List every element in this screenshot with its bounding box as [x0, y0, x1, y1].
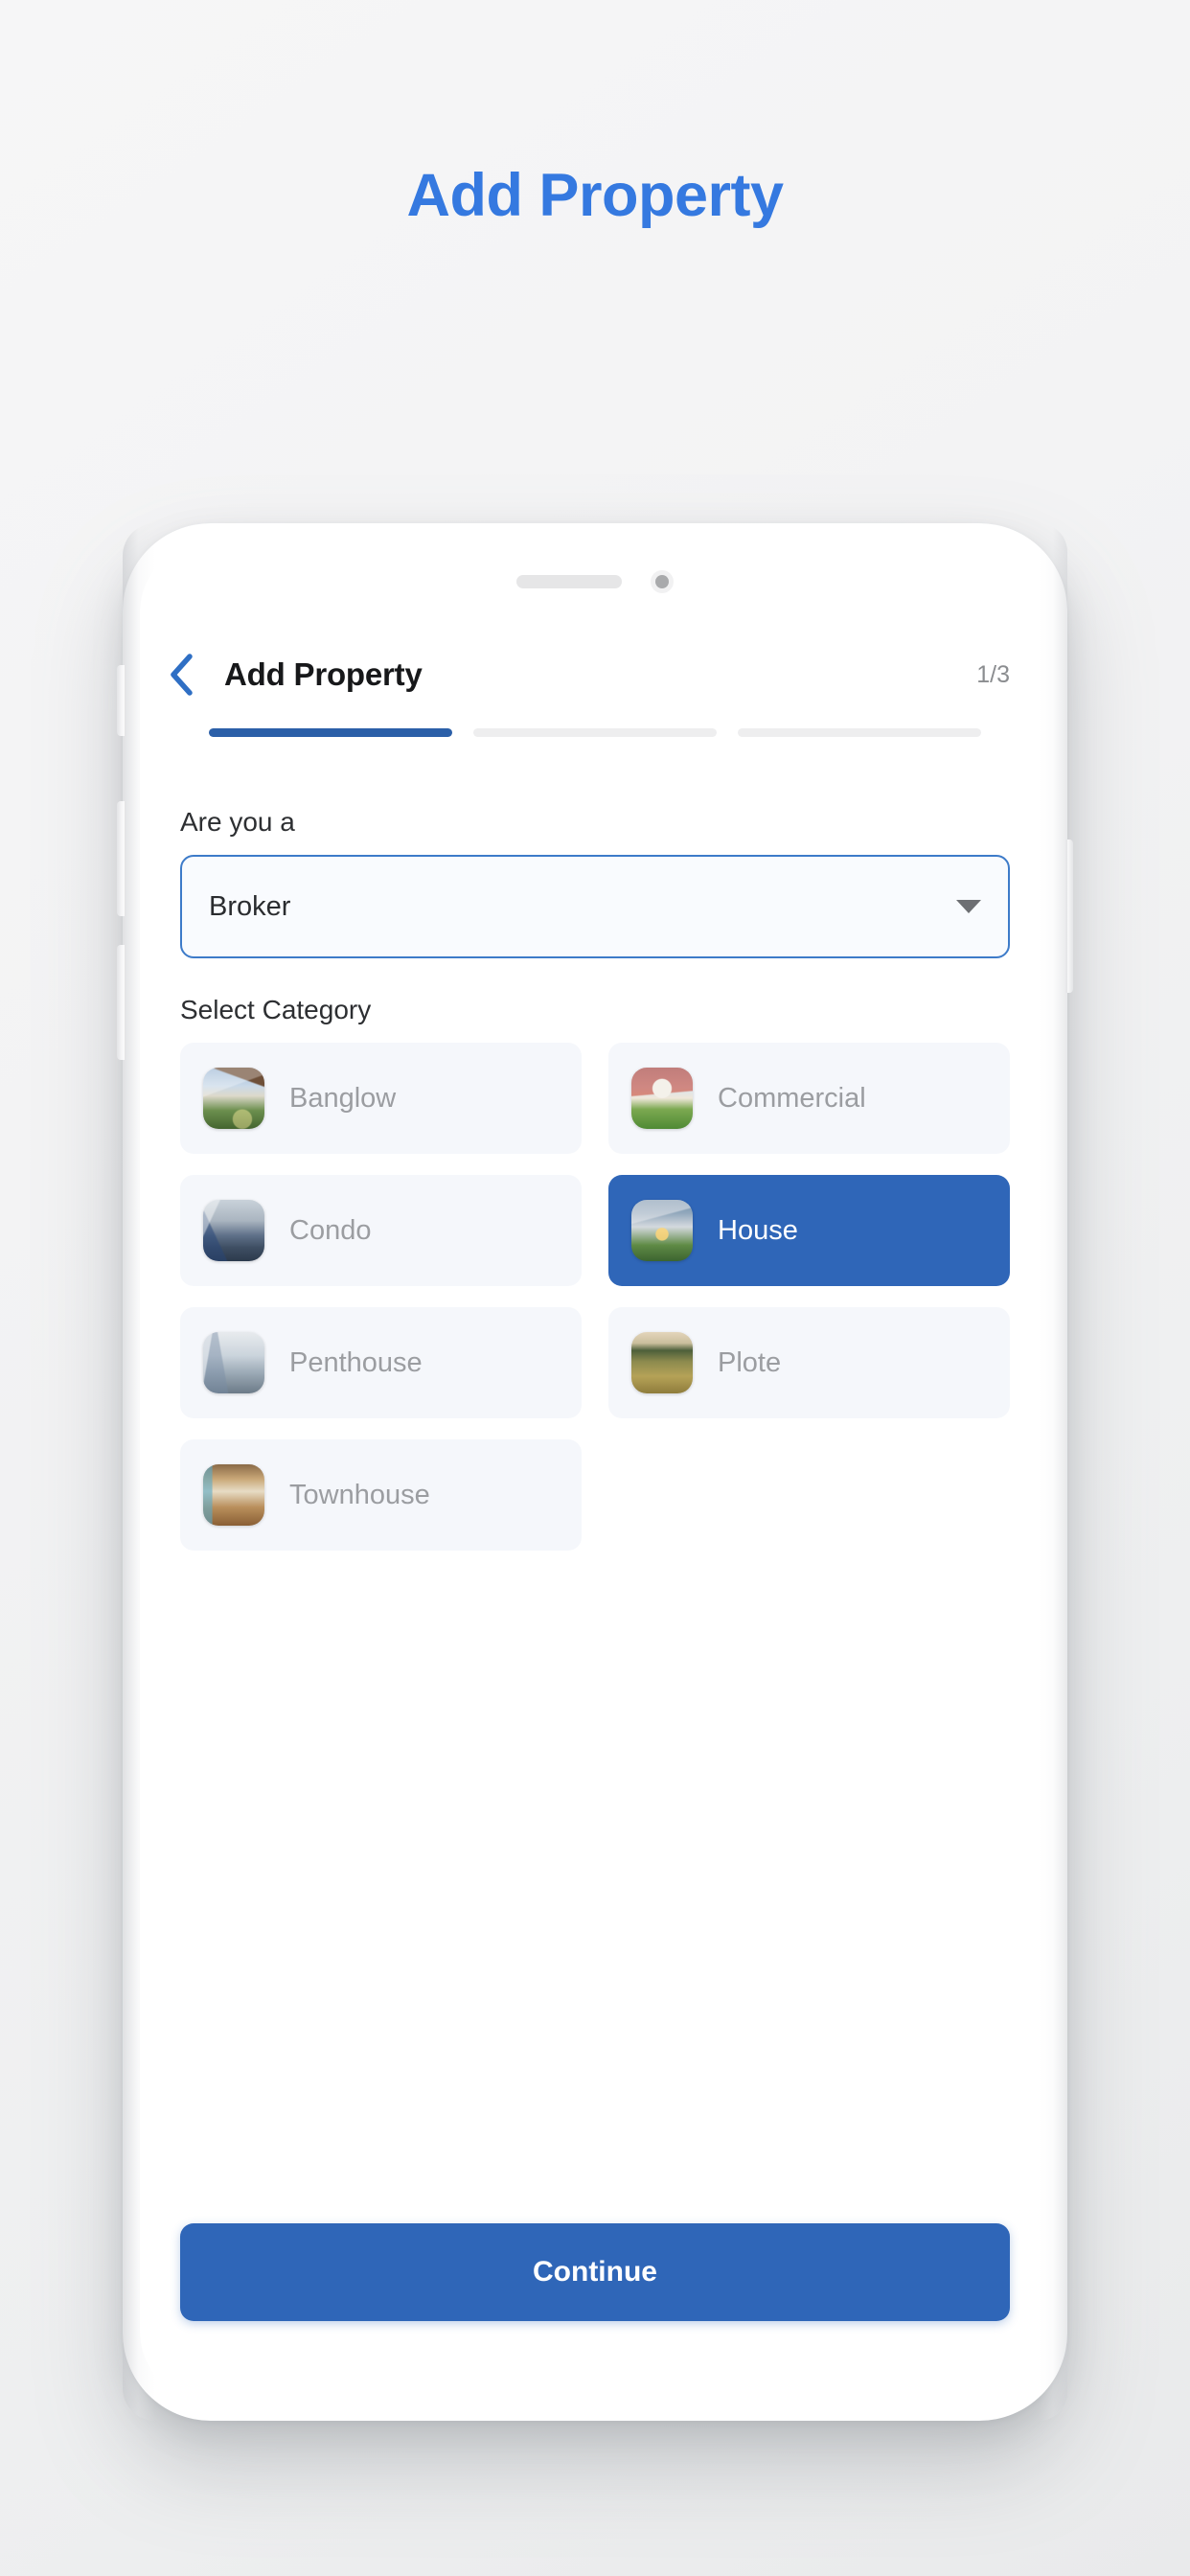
progress-segment-3 — [738, 728, 981, 737]
townhouse-thumbnail-icon — [203, 1464, 264, 1526]
penthouse-thumbnail-icon — [203, 1332, 264, 1393]
role-select[interactable]: Broker — [180, 855, 1010, 958]
phone-power-button[interactable] — [1065, 840, 1073, 993]
phone-mockup: Add Property 1/3 Are you a Broker Select… — [117, 523, 1073, 2421]
back-button[interactable] — [140, 640, 222, 709]
category-grid: Banglow Commercial Condo House Penthouse… — [180, 1043, 1010, 1551]
phone-screen: Add Property 1/3 Are you a Broker Select… — [140, 540, 1050, 2404]
page-title: Add Property — [406, 162, 784, 229]
category-label: Banglow — [289, 1082, 397, 1114]
category-label: Townhouse — [289, 1479, 430, 1510]
category-card-commercial[interactable]: Commercial — [608, 1043, 1010, 1154]
chevron-down-icon — [956, 900, 981, 913]
app-bar-title: Add Property — [224, 656, 423, 692]
role-select-value: Broker — [209, 890, 291, 922]
front-camera-icon — [651, 570, 674, 593]
speaker-grille-icon — [516, 575, 622, 588]
category-card-condo[interactable]: Condo — [180, 1175, 582, 1286]
condo-thumbnail-icon — [203, 1200, 264, 1261]
category-field-label: Select Category — [180, 995, 372, 1024]
plote-thumbnail-icon — [631, 1332, 693, 1393]
phone-mute-switch-button[interactable] — [117, 665, 125, 736]
category-label: Condo — [289, 1214, 372, 1246]
category-card-house[interactable]: House — [608, 1175, 1010, 1286]
category-label: Commercial — [718, 1082, 866, 1114]
category-label: House — [718, 1214, 798, 1246]
role-field-label: Are you a — [180, 807, 295, 837]
app-header: Add Property 1/3 — [140, 640, 1050, 709]
category-card-penthouse[interactable]: Penthouse — [180, 1307, 582, 1418]
category-card-banglow[interactable]: Banglow — [180, 1043, 582, 1154]
phone-volume-down-button[interactable] — [117, 945, 125, 1060]
category-label: Plote — [718, 1346, 782, 1378]
form-body: Are you a Broker Select Category Banglow… — [140, 770, 1050, 1551]
category-card-townhouse[interactable]: Townhouse — [180, 1439, 582, 1551]
banglow-thumbnail-icon — [203, 1068, 264, 1129]
progress-segment-2 — [473, 728, 717, 737]
commercial-thumbnail-icon — [631, 1068, 693, 1129]
progress-segment-1 — [209, 728, 452, 737]
step-indicator: 1/3 — [976, 660, 1010, 688]
phone-top-bar — [140, 540, 1050, 623]
chevron-left-icon — [167, 653, 195, 697]
category-card-plote[interactable]: Plote — [608, 1307, 1010, 1418]
house-thumbnail-icon — [631, 1200, 693, 1261]
phone-volume-up-button[interactable] — [117, 801, 125, 916]
category-label: Penthouse — [289, 1346, 423, 1378]
progress-stepper — [140, 728, 1050, 737]
page-root: Add Property Add Property 1/3 Are you a … — [0, 0, 1190, 2576]
continue-button[interactable]: Continue — [180, 2223, 1010, 2321]
